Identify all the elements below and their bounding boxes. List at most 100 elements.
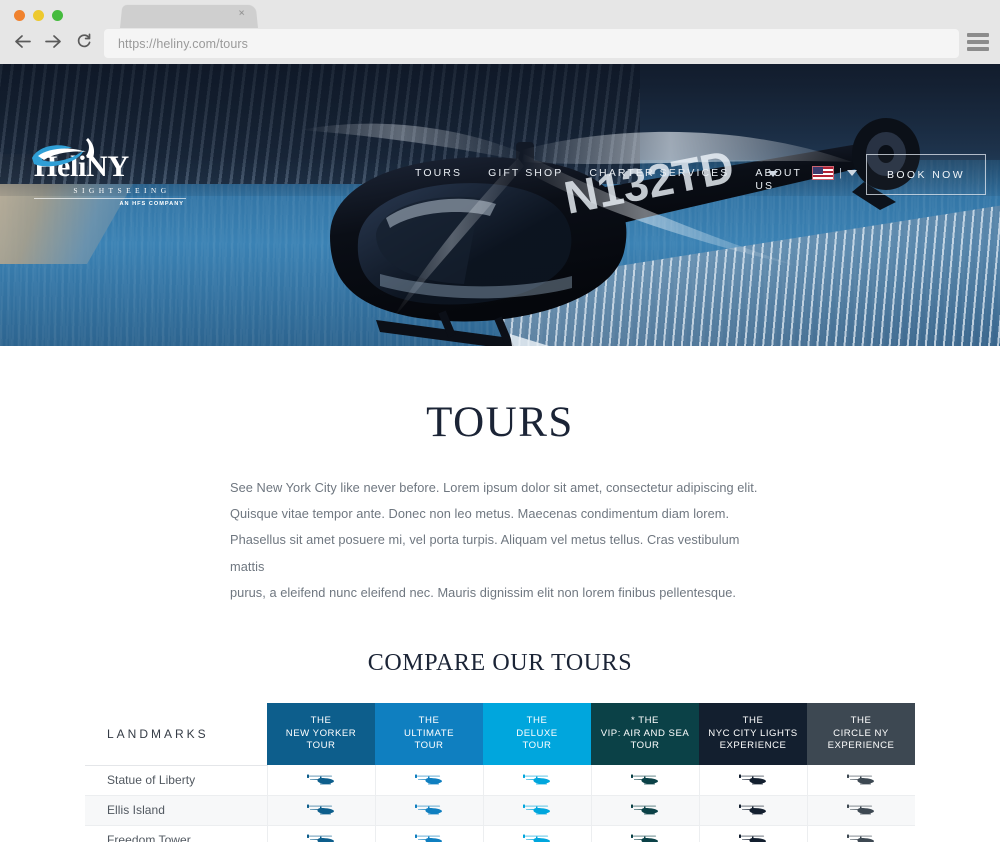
table-cell-landmark-2: Freedom Tower xyxy=(85,825,267,842)
table-cell-r1-c1 xyxy=(374,795,483,826)
close-window-button[interactable] xyxy=(14,10,25,21)
table-header-tour-0-line-1: NEW YORKER xyxy=(285,727,357,739)
site-logo[interactable]: Heli NY SIGHTSEEING AN HFS COMPANY xyxy=(32,138,186,207)
helicopter-icon xyxy=(631,834,658,842)
table-cell-r2-c4 xyxy=(698,825,807,842)
page-title: TOURS xyxy=(426,399,574,446)
table-cell-r2-c3 xyxy=(590,825,699,842)
table-cell-r0-c2 xyxy=(482,765,591,796)
window-traffic-lights xyxy=(14,10,63,21)
nav-item-charter-services[interactable]: CHARTER SERVICES xyxy=(589,167,729,180)
table-header-tour-5-line-2: EXPERIENCE xyxy=(827,740,895,752)
logo-subtagline: AN HFS COMPANY xyxy=(34,198,186,207)
book-now-button[interactable]: BOOK NOW xyxy=(866,154,986,195)
table-cell-r0-c0 xyxy=(266,765,375,796)
address-bar[interactable]: https://heliny.com/tours xyxy=(104,29,959,58)
table-header-tour-5-line-1: CIRCLE NY xyxy=(833,727,889,739)
table-header-tour-2-line-2: TOUR xyxy=(522,740,552,752)
language-selector[interactable]: | xyxy=(812,166,857,180)
page-viewport: N132TD Heli NY SIGHTSEEING AN HFS COMPAN… xyxy=(0,64,1000,842)
table-row: Statue of Liberty xyxy=(85,765,915,796)
table-cell-r1-c5 xyxy=(806,795,915,826)
page-content: TOURS See New York City like never befor… xyxy=(0,398,1000,842)
compare-tours-table: LANDMARKS THE NEW YORKER TOUR THE ULTIMATE TO… xyxy=(85,703,915,842)
close-tab-icon[interactable]: × xyxy=(238,8,245,19)
back-arrow-icon[interactable] xyxy=(14,34,31,49)
reload-icon[interactable] xyxy=(76,33,92,49)
table-cell-r1-c2 xyxy=(482,795,591,826)
table-header-landmarks: LANDMARKS xyxy=(85,703,267,766)
intro-paragraph: See New York City like never before. Lor… xyxy=(230,475,770,606)
helicopter-icon xyxy=(631,774,658,785)
table-header-tour-0-line-0: THE xyxy=(310,715,332,727)
url-text: https://heliny.com/tours xyxy=(118,36,248,51)
maximize-window-button[interactable] xyxy=(52,10,63,21)
helicopter-icon xyxy=(739,804,766,815)
table-cell-r0-c3 xyxy=(590,765,699,796)
nav-item-tours[interactable]: TOURS xyxy=(415,167,462,180)
table-header-tour-2: THE DELUXE TOUR xyxy=(483,703,591,766)
helicopter-icon xyxy=(523,774,550,785)
table-cell-r1-c0 xyxy=(266,795,375,826)
table-header-tour-5: THE CIRCLE NY EXPERIENCE xyxy=(807,703,915,766)
helicopter-icon xyxy=(523,804,550,815)
table-header-tour-2-line-0: THE xyxy=(526,715,548,727)
helicopter-icon xyxy=(847,804,875,815)
table-header-tour-4: THE NYC CITY LIGHTS EXPERIENCE xyxy=(699,703,807,766)
nav-item-gift-shop[interactable]: GIFT SHOP xyxy=(488,167,563,180)
table-row: Freedom Tower xyxy=(85,825,915,842)
nav-item-about-us[interactable]: ABOUT US xyxy=(755,167,801,193)
us-flag-icon xyxy=(812,166,834,180)
table-header-tour-1: THE ULTIMATE TOUR xyxy=(375,703,483,766)
table-cell-r2-c0 xyxy=(266,825,375,842)
table-cell-r2-c1 xyxy=(374,825,483,842)
table-header-tour-4-line-2: EXPERIENCE xyxy=(719,740,787,752)
site-navigation: Heli NY SIGHTSEEING AN HFS COMPANY TOURS … xyxy=(0,64,1000,207)
table-row: Ellis Island xyxy=(85,795,915,826)
table-header-row: LANDMARKS THE NEW YORKER TOUR THE ULTIMATE TO… xyxy=(85,703,915,766)
browser-window: × https://heliny.com/tours N132TD Heli N… xyxy=(0,0,1000,842)
helicopter-icon xyxy=(415,774,442,785)
table-header-tour-1-line-1: ULTIMATE xyxy=(403,727,454,739)
helicopter-icon xyxy=(307,774,334,785)
hero-banner: N132TD Heli NY SIGHTSEEING AN HFS COMPAN… xyxy=(0,64,1000,346)
table-cell-r2-c2 xyxy=(482,825,591,842)
helicopter-icon xyxy=(415,834,442,842)
logo-swoosh-icon xyxy=(32,138,95,167)
table-cell-landmark-0: Statue of Liberty xyxy=(85,765,267,796)
hamburger-menu-icon[interactable] xyxy=(967,33,989,51)
intro-line-1: See New York City like never before. Lor… xyxy=(230,480,758,495)
table-header-tour-0: THE NEW YORKER TOUR xyxy=(267,703,375,766)
browser-tab[interactable]: × xyxy=(120,4,258,29)
table-cell-r1-c3 xyxy=(590,795,699,826)
table-header-tour-5-line-0: THE xyxy=(850,715,872,727)
table-header-tour-4-line-0: THE xyxy=(742,715,764,727)
chevron-down-icon[interactable] xyxy=(768,171,778,177)
forward-arrow-icon[interactable] xyxy=(45,34,62,49)
table-header-tour-4-line-1: NYC CITY LIGHTS xyxy=(708,727,798,739)
language-chevron-down-icon[interactable] xyxy=(846,170,857,176)
language-separator: | xyxy=(839,167,842,179)
table-header-tour-3: * THE VIP: AIR AND SEA TOUR xyxy=(591,703,699,766)
table-cell-r0-c1 xyxy=(374,765,483,796)
table-header-tour-1-line-2: TOUR xyxy=(414,740,444,752)
table-header-tour-3-line-0: * THE xyxy=(631,715,659,727)
helicopter-icon xyxy=(739,774,766,785)
helicopter-icon xyxy=(847,774,875,785)
table-header-tour-3-line-1: VIP: AIR AND SEA xyxy=(600,727,690,739)
table-header-tour-2-line-1: DELUXE xyxy=(516,727,558,739)
browser-chrome: × https://heliny.com/tours xyxy=(0,0,1000,64)
table-header-tour-1-line-0: THE xyxy=(418,715,440,727)
intro-line-2: Quisque vitae tempor ante. Donec non leo… xyxy=(230,506,730,522)
helicopter-icon xyxy=(739,834,766,842)
helicopter-icon xyxy=(631,804,658,815)
helicopter-icon xyxy=(847,834,875,842)
intro-line-4: purus, a eleifend nunc eleifend nec. Mau… xyxy=(230,584,737,600)
table-cell-landmark-1: Ellis Island xyxy=(85,795,267,826)
table-header-tour-3-line-2: TOUR xyxy=(630,740,660,752)
table-cell-r2-c5 xyxy=(806,825,915,842)
minimize-window-button[interactable] xyxy=(33,10,44,21)
helicopter-icon xyxy=(523,834,550,842)
table-cell-r0-c4 xyxy=(698,765,807,796)
browser-nav-buttons xyxy=(14,33,92,49)
